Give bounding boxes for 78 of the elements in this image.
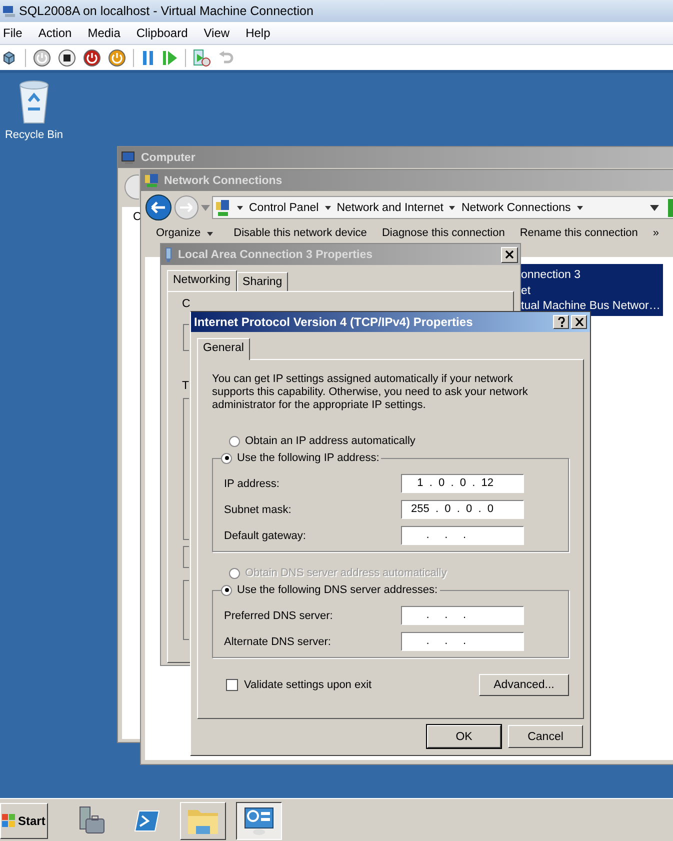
group-frame [183, 580, 189, 640]
ip-address-field[interactable]: . . . [401, 606, 524, 625]
radio-button[interactable] [221, 452, 232, 464]
window-title: SQL2008A on localhost - Virtual Machine Connection [19, 4, 314, 18]
menu-item[interactable]: Media [84, 26, 128, 40]
taskbar-button[interactable] [236, 802, 282, 840]
command-button[interactable]: » [652, 227, 659, 240]
close-button[interactable] [571, 315, 587, 329]
network-icon [144, 172, 160, 188]
field-label: Alternate DNS server: [224, 636, 331, 648]
checkbox[interactable] [226, 679, 238, 691]
power-icon[interactable] [83, 48, 101, 66]
start-button[interactable]: Start [0, 802, 48, 838]
field-frame [183, 324, 189, 351]
tab[interactable]: Sharing [236, 272, 288, 291]
ip-address-field[interactable]: . . . [401, 632, 524, 651]
window-title: Computer [141, 152, 196, 164]
description-text: You can get IP settings assigned automatically if your network supports this capability. Otherwise, you need to ask your network administrator for the appropriate IP settings. [212, 373, 529, 412]
network-icon [215, 198, 231, 216]
power-icon[interactable] [33, 48, 51, 66]
close-button[interactable] [501, 246, 518, 262]
menu-item[interactable]: View [200, 26, 237, 40]
command-button[interactable]: Diagnose this connection [382, 227, 505, 240]
pause-icon[interactable] [141, 50, 155, 66]
text-fragment: C [182, 298, 190, 310]
monitor-icon [2, 4, 16, 18]
checkbox-label: Validate settings upon exit [244, 679, 372, 691]
document-play-icon[interactable] [193, 48, 211, 66]
play-icon[interactable] [162, 50, 178, 66]
tab[interactable]: Networking [167, 270, 237, 292]
stop-icon[interactable] [58, 48, 76, 66]
field-label: Subnet mask: [224, 504, 292, 516]
help-icon [558, 317, 564, 327]
dialog-title: Local Area Connection 3 Properties [178, 248, 372, 260]
window-title: Network Connections [164, 174, 282, 186]
ok-button[interactable]: OK [427, 725, 501, 748]
tab[interactable]: General [197, 338, 250, 360]
advanced-button[interactable]: Advanced... [479, 674, 569, 696]
computer-icon [121, 150, 137, 164]
menu-item[interactable]: Help [242, 26, 278, 40]
network-adapter-icon [164, 246, 173, 262]
radio-label: Obtain DNS server address automatically [245, 567, 447, 579]
cancel-button[interactable]: Cancel [508, 725, 583, 748]
radio-label: Use the following DNS server addresses: [237, 584, 438, 596]
radio-label: Obtain an IP address automatically [245, 435, 416, 447]
command-button[interactable]: Rename this connection [520, 227, 638, 240]
radio-label: Use the following IP address: [237, 452, 380, 464]
help-button[interactable] [553, 315, 569, 329]
address-bar[interactable]: Control Panel Network and Internet Network Connections [212, 196, 673, 219]
breadcrumb-item[interactable]: Network and Internet [336, 202, 444, 214]
terminal-icon [134, 808, 160, 832]
menu-item[interactable]: Action [35, 26, 79, 40]
menu-item[interactable]: Clipboard [133, 26, 195, 40]
breadcrumb-item[interactable]: Control Panel [249, 202, 319, 214]
field-label: Default gateway: [224, 530, 306, 542]
windows-logo-icon [1, 812, 17, 828]
command-button[interactable]: Organize [156, 227, 219, 240]
dialog-title: Internet Protocol Version 4 (TCP/IPv4) Properties [194, 315, 473, 329]
radio-button[interactable] [229, 436, 240, 446]
close-icon [574, 318, 584, 326]
back-icon[interactable] [145, 194, 172, 221]
desktop-icon-label[interactable]: Recycle Bin [4, 129, 64, 141]
close-icon [505, 250, 514, 259]
power-icon[interactable] [108, 48, 126, 66]
selected-item[interactable]: onnection 3 et tual Machine Bus Networ… [521, 264, 663, 316]
menu-item[interactable]: File [0, 26, 30, 40]
field-label: Preferred DNS server: [224, 610, 333, 622]
button-frame [183, 546, 189, 568]
command-button[interactable]: Disable this network device [234, 227, 367, 240]
radio-button[interactable] [221, 584, 232, 596]
ip-address-field[interactable]: . . . [401, 526, 524, 545]
field-label: IP address: [224, 478, 280, 490]
breadcrumb-item[interactable]: Network Connections [461, 202, 571, 214]
control-panel-icon [243, 806, 276, 836]
text-fragment: T [182, 380, 190, 392]
dropdown-icon[interactable] [650, 204, 659, 210]
ip-address-field[interactable]: 1 . 0 . 0 . 12 [401, 474, 524, 493]
ip-address-field[interactable]: 255 . 0 . 0 . 0 [401, 500, 524, 519]
